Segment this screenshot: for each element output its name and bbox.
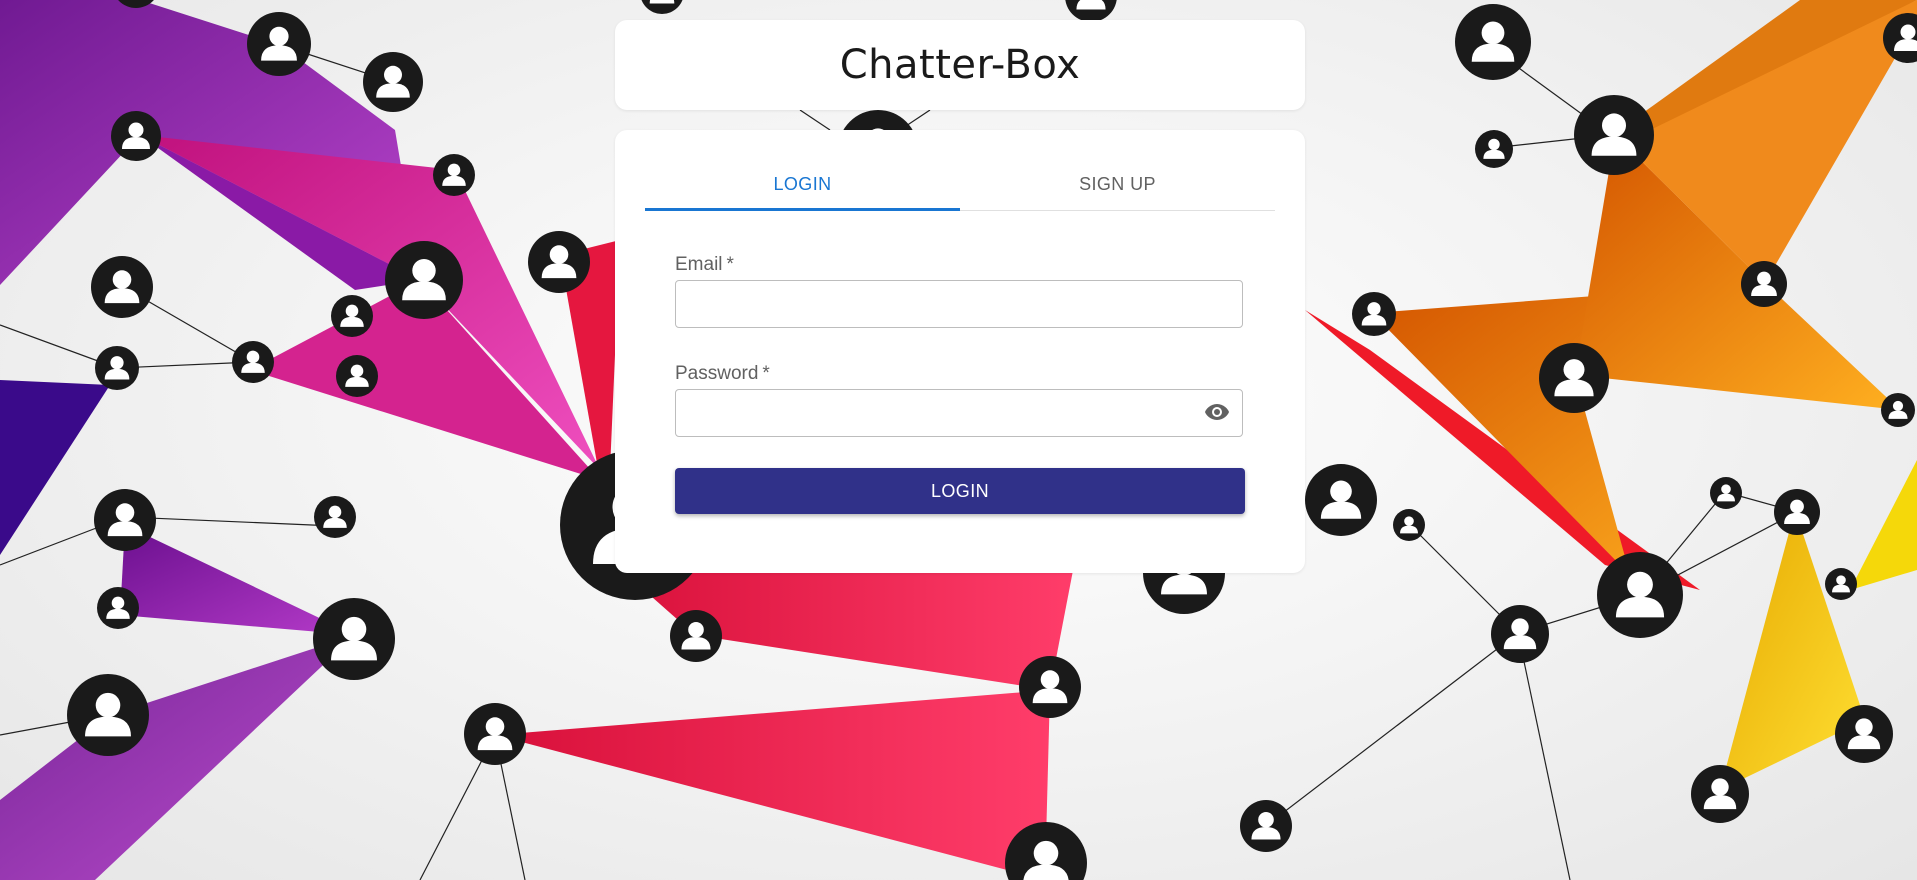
required-mark: * [726, 254, 734, 275]
required-mark: * [762, 363, 770, 384]
auth-tabs: LOGIN SIGN UP [645, 158, 1275, 211]
password-label: Password * [675, 363, 770, 385]
email-field[interactable] [675, 280, 1243, 328]
password-field[interactable] [675, 389, 1243, 437]
email-label: Email * [675, 254, 734, 276]
tab-login[interactable]: LOGIN [645, 158, 960, 211]
eye-icon [1204, 403, 1230, 426]
app-title-card: Chatter-Box [615, 20, 1305, 110]
password-label-text: Password [675, 363, 759, 384]
login-submit-button[interactable]: LOGIN [675, 468, 1245, 514]
email-label-text: Email [675, 254, 723, 275]
app-title: Chatter-Box [839, 42, 1081, 88]
toggle-password-visibility-button[interactable] [1201, 398, 1233, 430]
auth-card: LOGIN SIGN UP Email * Password * LOGIN [615, 130, 1305, 573]
tab-sign-up[interactable]: SIGN UP [960, 158, 1275, 210]
